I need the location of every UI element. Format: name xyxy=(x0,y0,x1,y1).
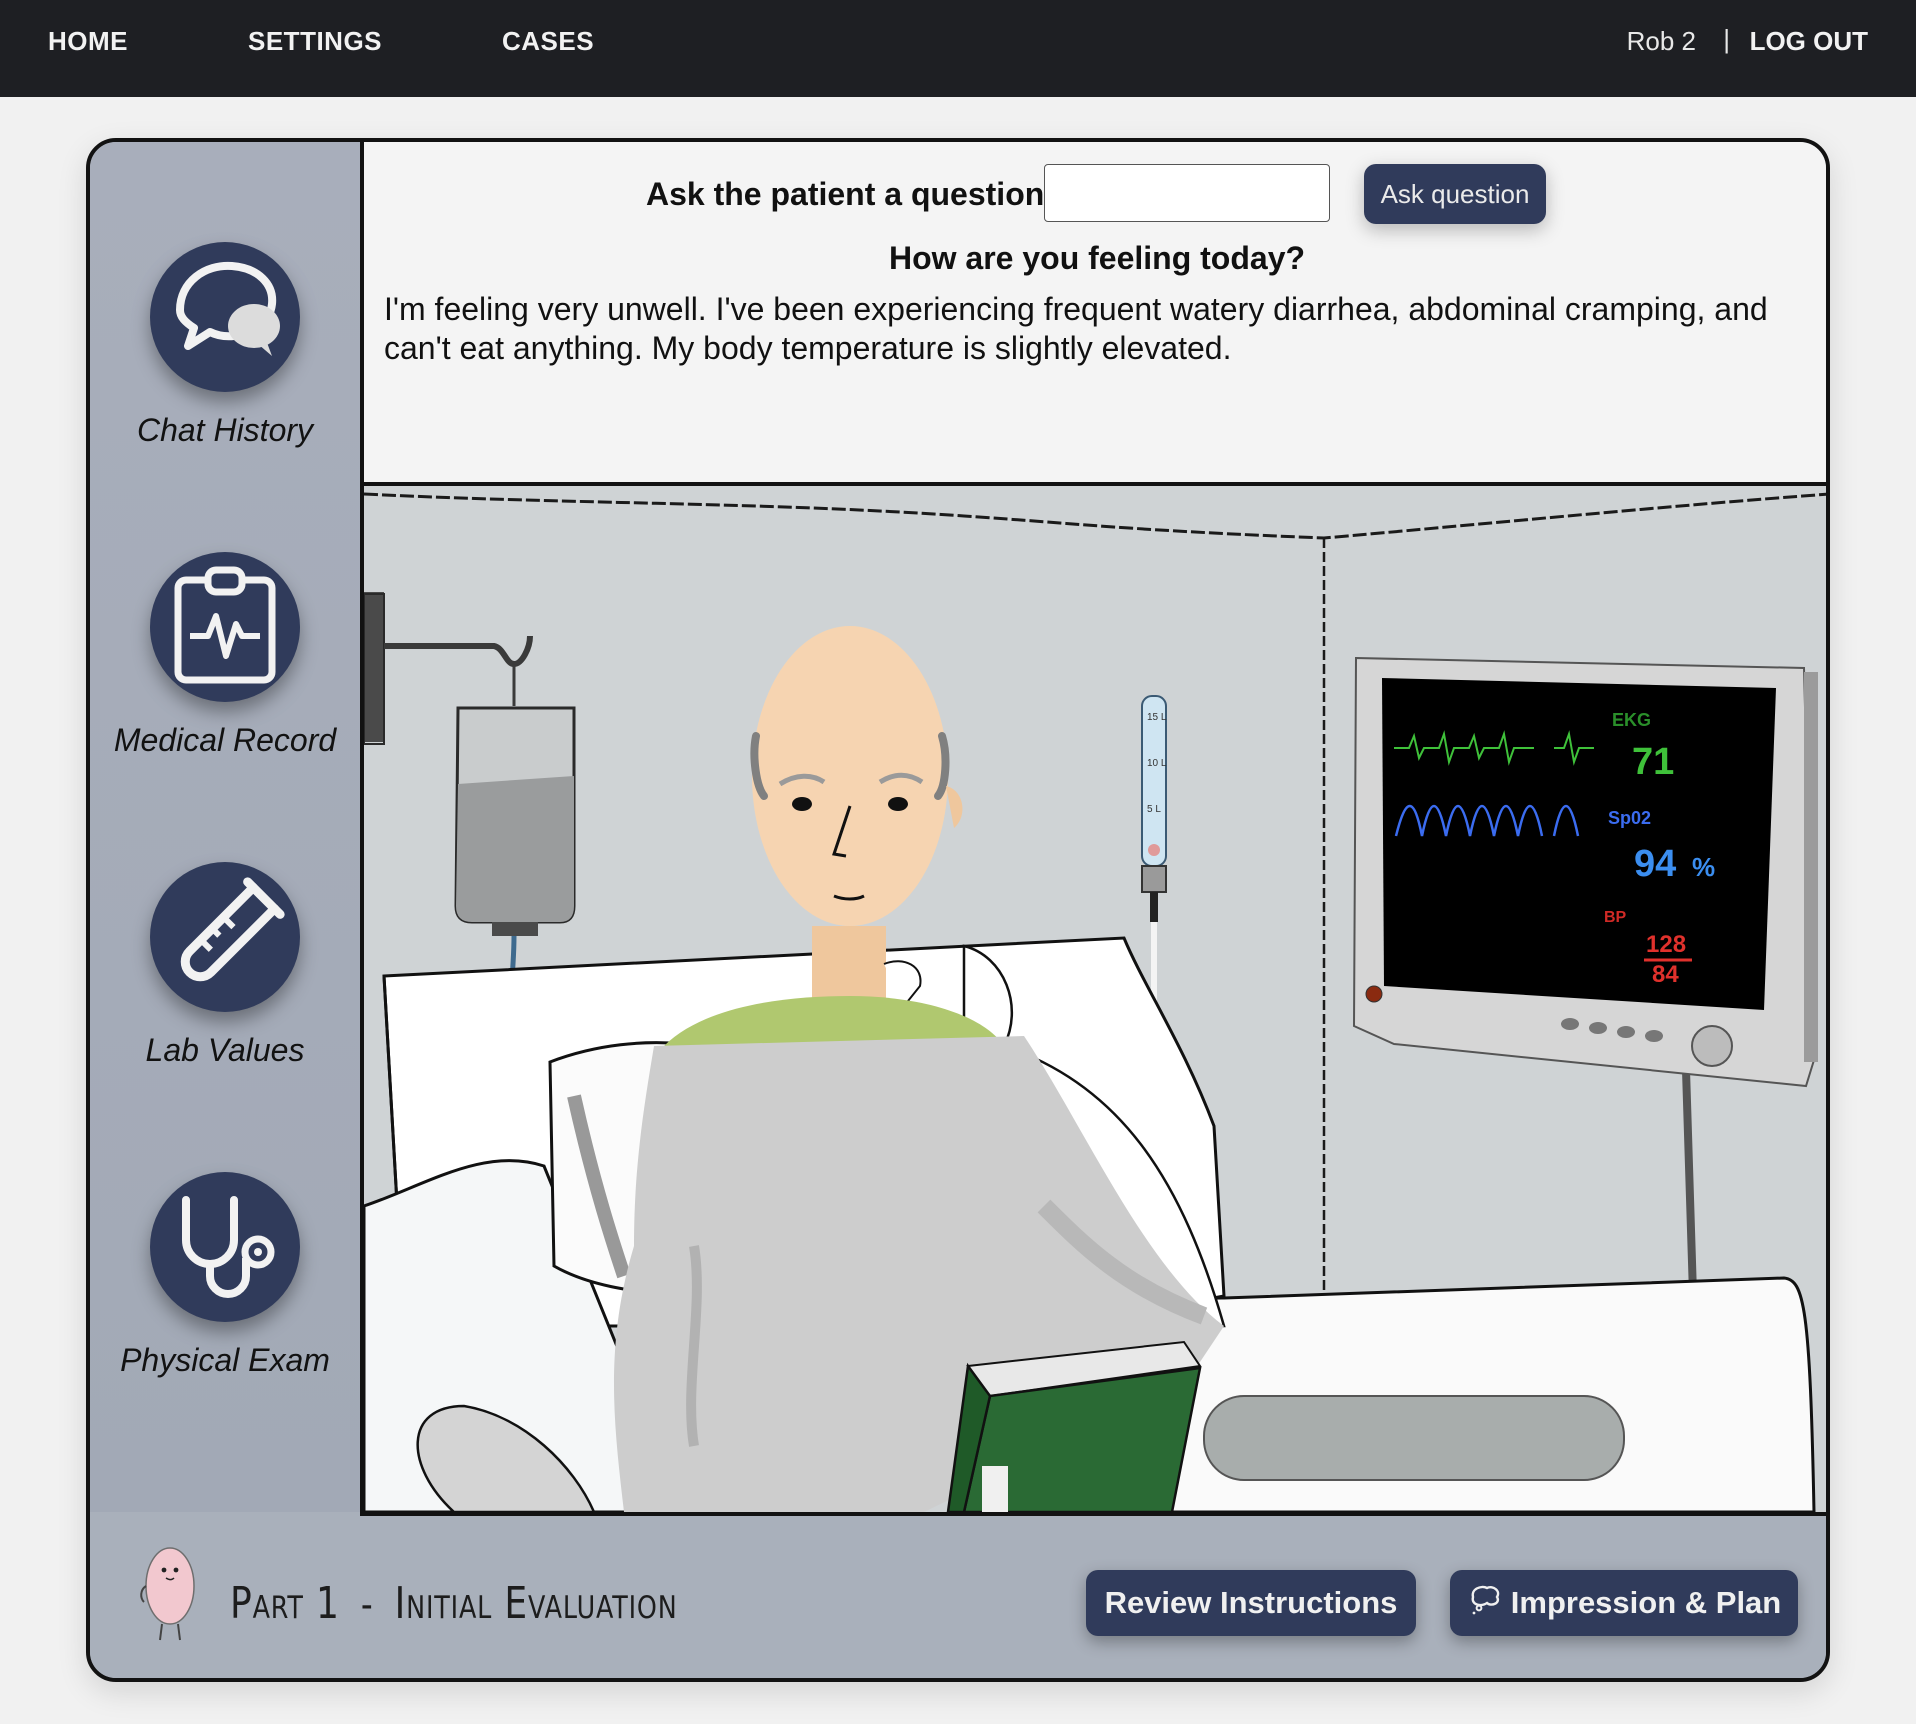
part-dash: - xyxy=(360,1582,374,1628)
stethoscope-icon xyxy=(150,1172,300,1322)
question-panel: Ask the patient a question: Ask question… xyxy=(360,142,1826,486)
nav-home-link[interactable]: HOME xyxy=(48,26,128,57)
question-input[interactable] xyxy=(1044,164,1330,222)
flowmeter-mark: 5 L xyxy=(1147,804,1161,815)
clipboard-ekg-icon xyxy=(150,552,300,702)
spo2-value: 94 xyxy=(1634,843,1676,885)
part-number: Part 1 xyxy=(230,1578,340,1629)
flowmeter-mark: 10 L xyxy=(1147,758,1167,769)
sidebar-item-physical-exam[interactable]: Physical Exam xyxy=(90,1172,360,1412)
ask-question-button[interactable]: Ask question xyxy=(1364,164,1546,224)
bp-systolic: 128 xyxy=(1646,931,1686,958)
patient-scene: 15 L 10 L 5 L EKG 71 Sp02 94 % BP 128 84 xyxy=(360,486,1826,1516)
binder-illustration xyxy=(946,1340,1202,1512)
chat-bubbles-icon xyxy=(150,242,300,392)
user-name: Rob 2 xyxy=(1626,26,1696,56)
review-instructions-button[interactable]: Review Instructions xyxy=(1086,1570,1416,1636)
case-frame: Chat History Medical Record Lab Values P… xyxy=(86,138,1830,1682)
part-title: Part 1 - Initial Evaluation xyxy=(230,1578,678,1629)
impression-plan-button[interactable]: Impression & Plan xyxy=(1450,1570,1798,1636)
sidebar-item-chat-history[interactable]: Chat History xyxy=(90,242,360,482)
spo2-label: Sp02 xyxy=(1608,808,1651,828)
footer-bar: Part 1 - Initial Evaluation Review Instr… xyxy=(90,1516,1826,1678)
flowmeter-mark: 15 L xyxy=(1147,712,1167,723)
thought-bubble-icon xyxy=(1467,1583,1503,1623)
last-question: How are you feeling today? xyxy=(888,240,1306,276)
nav-cases-link[interactable]: CASES xyxy=(502,26,594,57)
tool-sidebar: Chat History Medical Record Lab Values P… xyxy=(90,142,360,1512)
sidebar-item-medical-record[interactable]: Medical Record xyxy=(90,552,360,792)
bean-mascot-icon xyxy=(134,1542,204,1642)
sidebar-item-lab-values[interactable]: Lab Values xyxy=(90,862,360,1102)
heart-rate-value: 71 xyxy=(1632,741,1674,783)
sidebar-item-label: Physical Exam xyxy=(120,1342,330,1378)
part-name: Initial Evaluation xyxy=(394,1578,678,1629)
question-prompt-label: Ask the patient a question: xyxy=(646,176,1055,212)
ekg-label: EKG xyxy=(1612,710,1651,730)
sidebar-item-label: Medical Record xyxy=(113,722,337,758)
top-nav: HOME SETTINGS CASES Rob 2 | LOG OUT xyxy=(0,0,1916,97)
sidebar-item-label: Chat History xyxy=(136,412,314,448)
impression-plan-label: Impression & Plan xyxy=(1510,1585,1782,1620)
review-instructions-label: Review Instructions xyxy=(1104,1585,1398,1620)
patient-answer: I'm feeling very unwell. I've been exper… xyxy=(384,291,1768,366)
logout-link[interactable]: LOG OUT xyxy=(1750,26,1868,57)
nav-separator: | xyxy=(1723,24,1730,54)
nav-settings-link[interactable]: SETTINGS xyxy=(248,26,382,57)
spo2-unit: % xyxy=(1692,852,1715,882)
bp-diastolic: 84 xyxy=(1652,961,1679,988)
sidebar-item-label: Lab Values xyxy=(145,1032,305,1068)
test-tube-icon xyxy=(150,862,300,1012)
bp-label: BP xyxy=(1604,909,1627,926)
